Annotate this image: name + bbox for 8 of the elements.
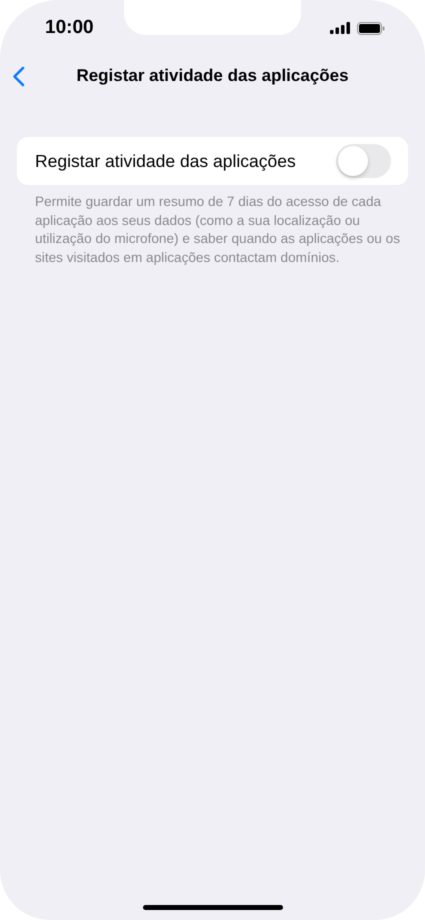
signal-icon <box>330 22 350 34</box>
status-time: 10:00 <box>45 17 94 39</box>
toggle-switch[interactable] <box>336 144 391 178</box>
battery-icon <box>357 22 385 34</box>
nav-title: Registar atividade das aplicações <box>76 66 349 86</box>
setting-label: Registar atividade das aplicações <box>35 150 296 172</box>
footer-description: Permite guardar um resumo de 7 dias do acesso de cada aplicação aos seus dados (como a sua localização ou utilização do microfone) e saber quando as aplicações ou os sites visitados em aplicações contactam domínios. <box>35 193 401 267</box>
back-chevron-icon <box>12 66 25 87</box>
